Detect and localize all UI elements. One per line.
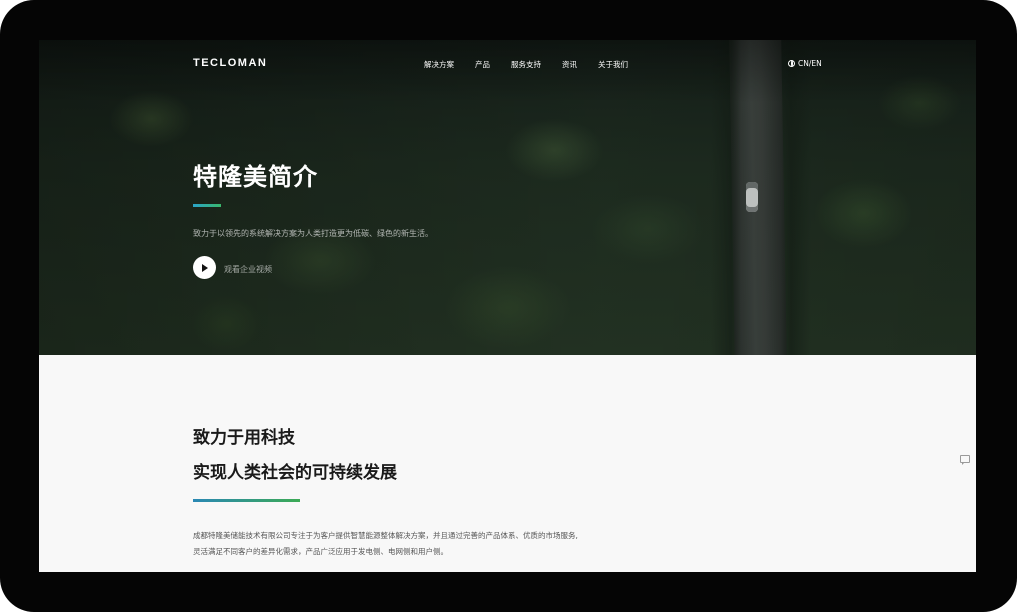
language-switcher[interactable]: CN/EN <box>788 59 822 68</box>
intro-paragraph-line2: 灵活满足不同客户的差异化需求，产品广泛应用于发电侧、电网侧和用户侧。 <box>193 547 448 556</box>
main-nav: 解决方案 产品 服务支持 资讯 关于我们 <box>424 59 649 70</box>
browser-viewport: TECLOMAN 解决方案 产品 服务支持 资讯 关于我们 CN/EN 特隆美简… <box>39 40 976 572</box>
site-logo[interactable]: TECLOMAN <box>193 57 267 69</box>
nav-item-about[interactable]: 关于我们 <box>598 59 628 70</box>
intro-accent-bar <box>193 499 300 502</box>
hero-accent-bar <box>193 204 221 207</box>
device-frame: TECLOMAN 解决方案 产品 服务支持 资讯 关于我们 CN/EN 特隆美简… <box>0 0 1017 612</box>
nav-item-solutions[interactable]: 解决方案 <box>424 59 454 70</box>
hero-banner: TECLOMAN 解决方案 产品 服务支持 资讯 关于我们 CN/EN 特隆美简… <box>39 40 976 355</box>
hero-overlay <box>39 40 976 355</box>
language-label: CN/EN <box>798 59 822 68</box>
intro-heading-line1: 致力于用科技 <box>193 428 295 448</box>
hero-title: 特隆美简介 <box>193 163 318 191</box>
nav-item-products[interactable]: 产品 <box>475 59 490 70</box>
globe-icon <box>788 60 795 67</box>
intro-heading-line2: 实现人类社会的可持续发展 <box>193 463 397 483</box>
chat-icon[interactable] <box>960 455 970 465</box>
nav-item-support[interactable]: 服务支持 <box>511 59 541 70</box>
play-icon[interactable] <box>193 256 216 279</box>
hero-subtitle: 致力于以领先的系统解决方案为人类打造更为低碳、绿色的新生活。 <box>193 229 433 238</box>
nav-item-news[interactable]: 资讯 <box>562 59 577 70</box>
video-link[interactable]: 观看企业视频 <box>224 264 272 275</box>
intro-paragraph-line1: 成都特隆美储能技术有限公司专注于为客户提供智慧能源整体解决方案，并且通过完善的产… <box>193 531 578 540</box>
